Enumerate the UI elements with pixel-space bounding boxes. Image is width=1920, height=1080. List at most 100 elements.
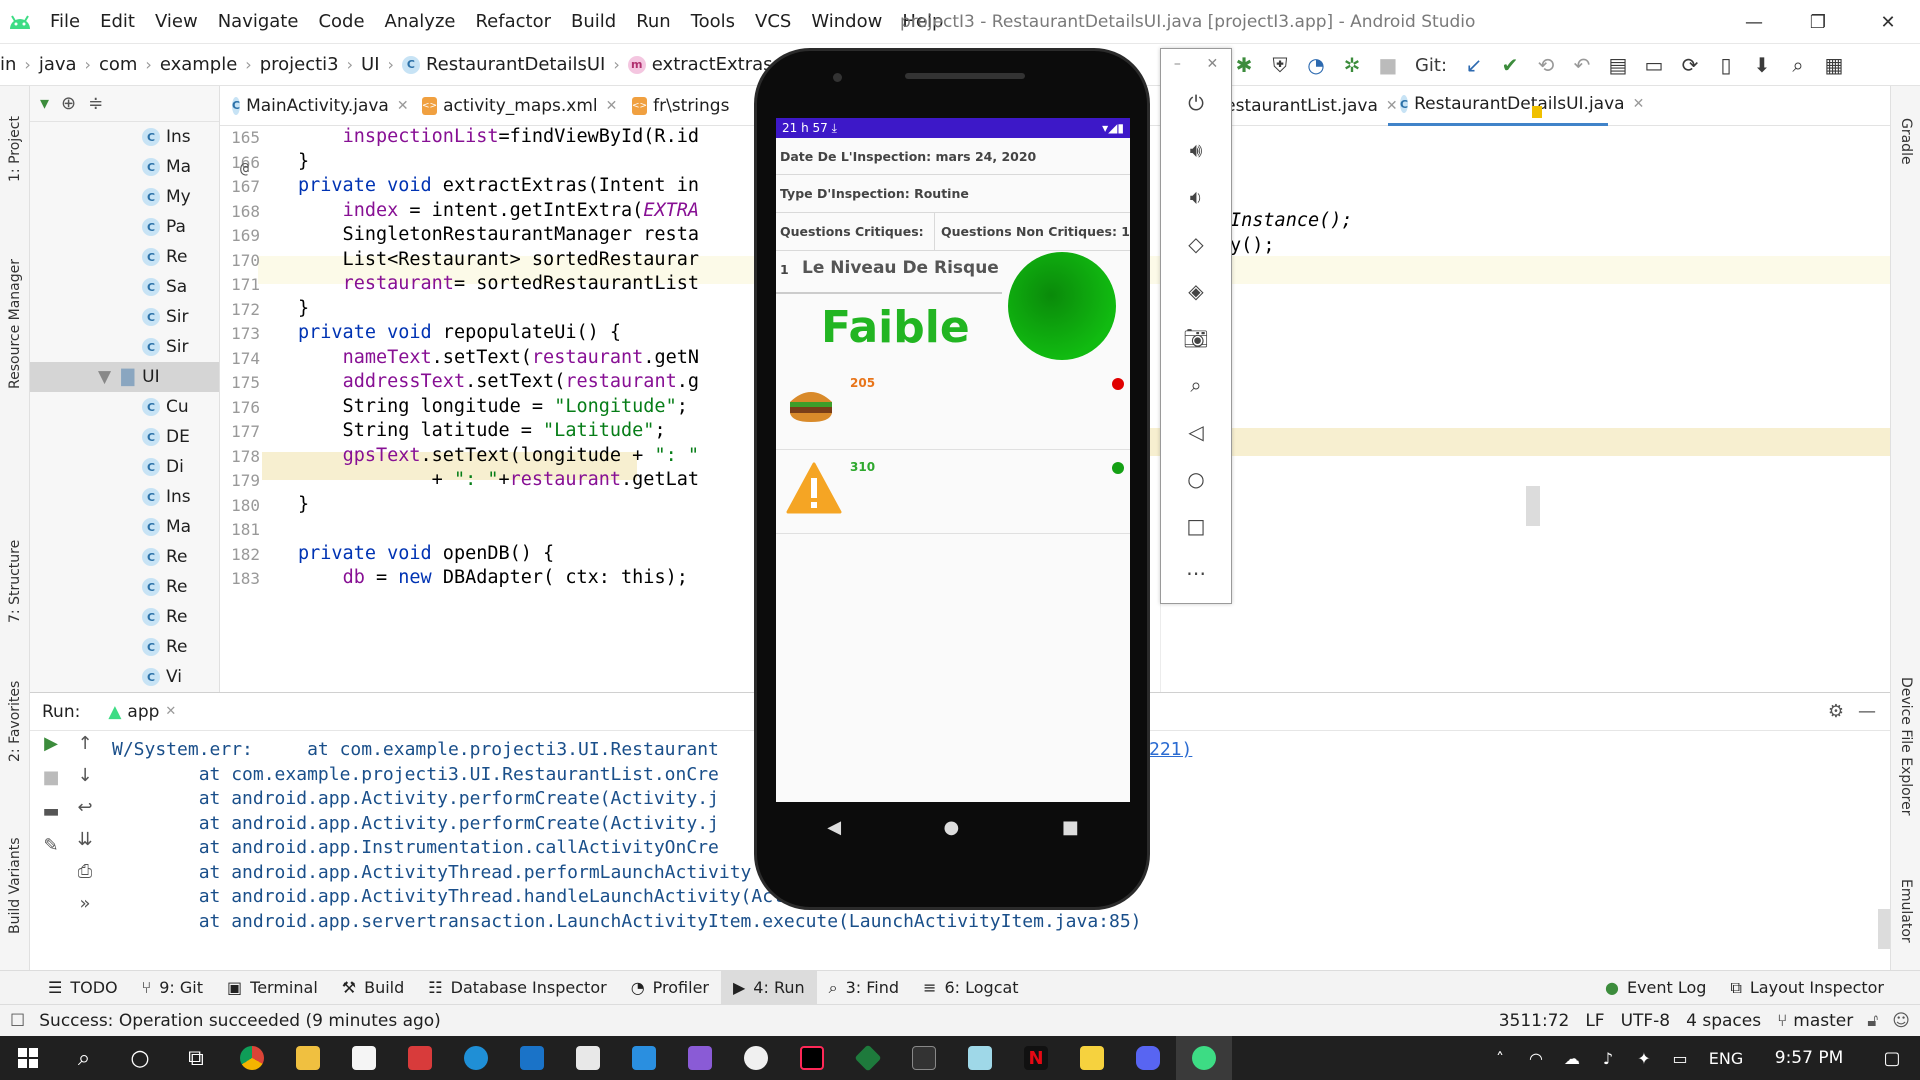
project-structure-icon[interactable]: ▤ (1600, 44, 1636, 86)
tool-tab-build-variants[interactable]: Build Variants (0, 816, 30, 956)
file-explorer-icon[interactable] (280, 1036, 336, 1080)
minimize-icon[interactable]: – (1174, 56, 1181, 72)
lock-icon[interactable]: 🔓︎ (1867, 1011, 1878, 1031)
tool-tab-resource-manager[interactable]: Resource Manager (0, 236, 30, 411)
tool-tab-project[interactable]: 1: Project (0, 94, 30, 204)
editor-scrollbar[interactable] (1526, 486, 1540, 526)
home-icon[interactable]: ○ (1161, 455, 1231, 502)
volume-down-icon[interactable]: 🔉︎ (1161, 173, 1231, 220)
language-indicator[interactable]: ENG (1698, 1036, 1754, 1080)
console-link-fragment[interactable]: 221) (1149, 739, 1192, 760)
attach-debugger-icon[interactable]: ✲ (1334, 44, 1370, 86)
notifications-icon[interactable]: ▢ (1864, 1036, 1920, 1080)
profiler-icon[interactable]: ◔ (1298, 44, 1334, 86)
breadcrumb-class[interactable]: C RestaurantDetailsUI (396, 44, 611, 86)
tool-layout-inspector[interactable]: ⧉ Layout Inspector (1718, 971, 1896, 1005)
tool-todo[interactable]: ☰ TODO (36, 971, 130, 1005)
sync-icon[interactable]: ⟳ (1672, 44, 1708, 86)
tool-terminal[interactable]: ▣ Terminal (215, 971, 330, 1005)
dropbox-icon[interactable]: ✦ (1626, 1036, 1662, 1080)
search-icon[interactable]: ⌕ (1780, 44, 1816, 86)
breadcrumb-java[interactable]: java (33, 44, 83, 86)
display-icon[interactable]: ▭ (1662, 1036, 1698, 1080)
rotate-left-icon[interactable]: ◇ (1161, 220, 1231, 267)
git-branch[interactable]: master (1793, 1011, 1853, 1031)
menu-build[interactable]: Build (561, 0, 626, 44)
menu-tools[interactable]: Tools (681, 0, 745, 44)
coverage-icon[interactable]: ⛨ (1262, 44, 1298, 86)
tree-item[interactable]: C Sa (30, 272, 219, 302)
tool-profiler[interactable]: ◔ Profiler (619, 971, 721, 1005)
sticky-notes-icon[interactable] (1064, 1036, 1120, 1080)
tree-item[interactable]: C Ma (30, 152, 219, 182)
tree-item[interactable]: C Re (30, 632, 219, 662)
menu-run[interactable]: Run (626, 0, 681, 44)
tree-folder-ui[interactable]: ▼ ▇ UI (30, 362, 219, 392)
more-options-icon[interactable]: ⋯ (1161, 549, 1231, 596)
history-icon[interactable]: ⟲ (1528, 44, 1564, 86)
netflix-icon[interactable]: N (1008, 1036, 1064, 1080)
back-icon[interactable]: ◁ (1161, 408, 1231, 455)
tool-tab-emulator[interactable]: Emulator (1891, 866, 1920, 956)
menu-edit[interactable]: Edit (90, 0, 145, 44)
zoom-icon[interactable]: ⌕ (1161, 361, 1231, 408)
tree-item[interactable]: C Sir (30, 332, 219, 362)
cloud-icon[interactable]: ☁ (1554, 1036, 1590, 1080)
git-client-icon[interactable] (840, 1036, 896, 1080)
android-studio-taskbar-icon[interactable] (1176, 1036, 1232, 1080)
caret-position[interactable]: 3511:72 (1499, 1011, 1570, 1031)
line-separator[interactable]: LF (1585, 1011, 1604, 1031)
tree-item[interactable]: C Re (30, 602, 219, 632)
chevron-up-icon[interactable]: ˄ (1482, 1036, 1518, 1080)
menu-analyze[interactable]: Analyze (375, 0, 466, 44)
tool-tab-gradle[interactable]: Gradle (1891, 96, 1920, 186)
locate-icon[interactable]: ⊕ (61, 93, 76, 114)
task-view-icon[interactable]: ⧉ (168, 1036, 224, 1080)
search-icon[interactable]: ⌕ (56, 1036, 112, 1080)
tree-item[interactable]: C Di (30, 452, 219, 482)
menu-view[interactable]: View (145, 0, 208, 44)
inspector-icon[interactable]: ☺ (1892, 1011, 1910, 1031)
avd-manager-icon[interactable]: ▭ (1636, 44, 1672, 86)
tree-item[interactable]: C DE (30, 422, 219, 452)
minimize-icon[interactable]: — (1726, 0, 1782, 44)
settings-icon[interactable]: ▦ (1816, 44, 1852, 86)
close-icon[interactable]: ✕ (1206, 56, 1218, 72)
vscode-icon[interactable] (616, 1036, 672, 1080)
breadcrumb-in[interactable]: in (0, 44, 22, 86)
git-update-icon[interactable]: ↙ (1456, 44, 1492, 86)
intellij-icon[interactable] (784, 1036, 840, 1080)
git-commit-icon[interactable]: ✔ (1492, 44, 1528, 86)
overview-icon[interactable]: □ (1161, 502, 1231, 549)
status-icon[interactable]: ☐ (10, 1011, 25, 1031)
warning-stripe-icon[interactable] (1532, 106, 1542, 118)
tree-item[interactable]: C Cu (30, 392, 219, 422)
file-encoding[interactable]: UTF-8 (1621, 1011, 1671, 1031)
tool-build[interactable]: ⚒ Build (330, 971, 417, 1005)
tree-item[interactable]: C Re (30, 572, 219, 602)
status-message[interactable]: Success: Operation succeeded (9 minutes … (39, 1011, 441, 1031)
power-icon[interactable]: ⏻ (1161, 79, 1231, 126)
menu-file[interactable]: File (40, 0, 90, 44)
tool-event-log[interactable]: ● Event Log (1593, 971, 1718, 1005)
windows-start-icon[interactable] (0, 1036, 56, 1080)
menu-vcs[interactable]: VCS (745, 0, 801, 44)
tree-item[interactable]: C Vi (30, 662, 219, 692)
restore-icon[interactable]: ❐ (1790, 0, 1846, 44)
close-icon[interactable]: ✕ (1860, 0, 1916, 44)
tool-find[interactable]: ⌕ 3: Find (817, 971, 911, 1005)
tree-item[interactable]: C Ma (30, 512, 219, 542)
gift-icon[interactable] (392, 1036, 448, 1080)
tool-tab-device-file-explorer[interactable]: Device File Explorer (1891, 646, 1920, 846)
app-circle-icon[interactable] (728, 1036, 784, 1080)
home-icon[interactable]: ● (944, 817, 960, 838)
collapse-icon[interactable]: ≑ (88, 93, 103, 114)
indent-setting[interactable]: 4 spaces (1686, 1011, 1761, 1031)
paint-icon[interactable] (952, 1036, 1008, 1080)
wifi-icon[interactable]: ◠ (1518, 1036, 1554, 1080)
console-scrollbar[interactable] (1878, 909, 1890, 949)
tree-item[interactable]: C Re (30, 242, 219, 272)
tool-git[interactable]: ⑂ 9: Git (130, 971, 215, 1005)
clock[interactable]: 9:57 PM (1754, 1036, 1864, 1080)
store-icon[interactable] (336, 1036, 392, 1080)
